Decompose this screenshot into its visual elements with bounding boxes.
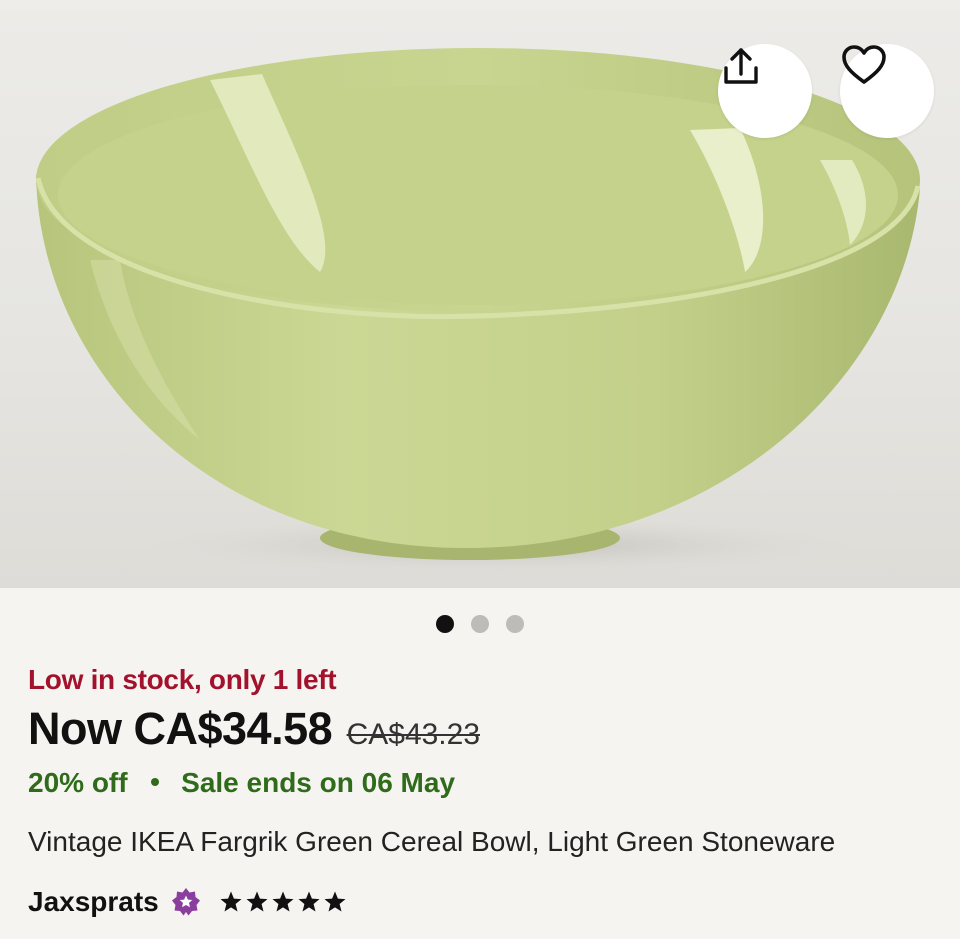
pagination-dot-2[interactable] [471, 615, 489, 633]
price-row: Now CA$34.58 CA$43.23 [28, 703, 480, 755]
share-button[interactable] [718, 44, 812, 138]
stock-notice: Low in stock, only 1 left [28, 664, 337, 695]
original-price: CA$43.23 [346, 718, 481, 751]
listing-title: Vintage IKEA Fargrik Green Cereal Bowl, … [28, 826, 836, 857]
separator-dot [151, 777, 160, 786]
product-image-gallery[interactable] [0, 10, 960, 588]
rating-stars [219, 890, 347, 914]
gallery-pagination [0, 614, 960, 634]
star-icon [246, 891, 268, 912]
star-icon [220, 891, 242, 912]
top-strip [0, 0, 960, 10]
favorite-button[interactable] [840, 44, 934, 138]
share-icon [724, 48, 758, 84]
star-icon [272, 891, 294, 912]
pagination-dot-1[interactable] [436, 615, 454, 633]
sale-info: 20% off Sale ends on 06 May [28, 767, 455, 799]
discount-label: 20% off [28, 767, 128, 798]
star-icon [298, 891, 320, 912]
star-seller-badge-icon [171, 887, 201, 917]
seller-row: Jaxsprats [28, 882, 347, 922]
product-image [35, 48, 921, 575]
current-price: Now CA$34.58 [28, 703, 333, 754]
pagination-dot-3[interactable] [506, 615, 524, 633]
seller-name-link[interactable]: Jaxsprats [28, 886, 159, 918]
star-icon [324, 891, 346, 912]
sale-end-label: Sale ends on 06 May [181, 767, 456, 798]
heart-icon [842, 45, 886, 84]
